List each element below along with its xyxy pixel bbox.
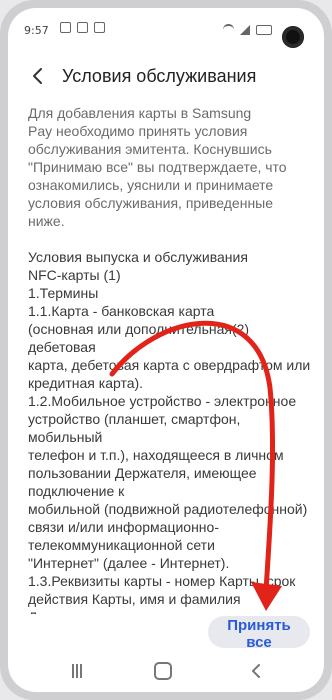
accept-all-button[interactable]: Принять все [208,616,310,651]
nav-back-icon[interactable] [248,662,266,680]
status-notification-icons [60,22,105,33]
app-header: Условия обслуживания [8,56,324,96]
wifi-icon [223,24,234,35]
chevron-left-icon [33,68,42,84]
front-camera [282,26,304,48]
back-button[interactable] [24,62,52,90]
recent-apps-icon[interactable] [72,664,86,678]
battery-icon [256,24,272,35]
home-icon[interactable] [154,662,172,680]
notification-icon [94,22,105,33]
phone-frame: 9:57 Условия обслуживания Для добавления… [0,0,332,700]
navigation-bar [8,654,324,692]
status-time: 9:57 [24,24,49,37]
terms-content[interactable]: Для добавления карты в Samsung Pay необх… [28,104,314,614]
screen: 9:57 Условия обслуживания Для добавления… [8,8,324,692]
status-bar: 9:57 [8,8,324,48]
status-system-icons [223,24,272,35]
notification-icon [60,22,71,33]
page-title: Условия обслуживания [62,66,257,86]
intro-text: Для добавления карты в Samsung Pay необх… [28,105,287,229]
terms-text: Условия выпуска и обслуживания NFC-карты… [28,249,311,614]
signal-icon [240,24,250,35]
notification-icon [77,22,88,33]
